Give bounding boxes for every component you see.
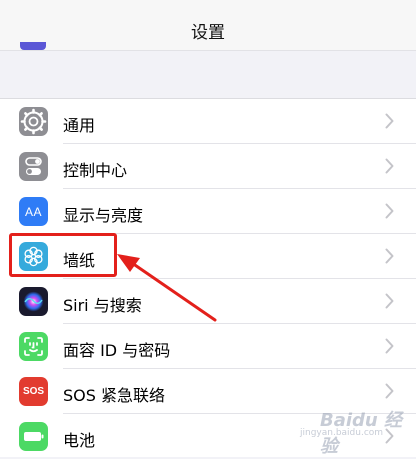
settings-item-display-brightness[interactable]: AA 显示与亮度 xyxy=(0,189,416,234)
toggles-icon xyxy=(19,152,48,181)
settings-item-label: Siri 与搜索 xyxy=(63,296,142,315)
sos-icon: SOS xyxy=(19,377,48,406)
text-size-glyph: AA xyxy=(24,204,42,219)
settings-item-general[interactable]: 通用 xyxy=(0,99,416,144)
settings-list: 通用 控制中心 AA 显示与亮度 墙纸 Siri 与搜索 面容 ID 与密码 S… xyxy=(0,98,416,457)
nav-divider xyxy=(0,50,416,51)
face-id-icon xyxy=(19,332,48,361)
settings-item-battery[interactable]: 电池 xyxy=(0,414,416,459)
chevron-right-icon xyxy=(385,338,394,354)
page-title: 设置 xyxy=(191,23,225,43)
chevron-right-icon xyxy=(385,293,394,309)
partially-hidden-icon xyxy=(20,42,46,50)
chevron-right-icon xyxy=(385,383,394,399)
siri-icon xyxy=(19,287,48,316)
settings-item-label: 控制中心 xyxy=(63,161,128,180)
sos-glyph: SOS xyxy=(22,386,45,397)
settings-item-control-center[interactable]: 控制中心 xyxy=(0,144,416,189)
settings-item-label: 面容 ID 与密码 xyxy=(63,341,171,360)
settings-item-face-id-passcode[interactable]: 面容 ID 与密码 xyxy=(0,324,416,369)
settings-item-label: 显示与亮度 xyxy=(63,206,144,225)
settings-item-siri-search[interactable]: Siri 与搜索 xyxy=(0,279,416,324)
chevron-right-icon xyxy=(385,158,394,174)
battery-icon xyxy=(19,422,48,451)
settings-item-label: SOS 紧急联络 xyxy=(63,386,165,405)
navigation-bar: 设置 xyxy=(0,0,416,50)
settings-item-emergency-sos[interactable]: SOS SOS 紧急联络 xyxy=(0,369,416,414)
text-size-icon: AA xyxy=(19,197,48,226)
settings-item-wallpaper[interactable]: 墙纸 xyxy=(0,234,416,279)
chevron-right-icon xyxy=(385,248,394,264)
chevron-right-icon xyxy=(385,203,394,219)
gear-icon xyxy=(19,107,48,136)
chevron-right-icon xyxy=(385,428,394,444)
settings-item-label: 墙纸 xyxy=(63,251,96,270)
settings-item-label: 电池 xyxy=(63,431,96,450)
settings-item-label: 通用 xyxy=(63,116,96,135)
flower-icon xyxy=(19,242,48,271)
chevron-right-icon xyxy=(385,113,394,129)
